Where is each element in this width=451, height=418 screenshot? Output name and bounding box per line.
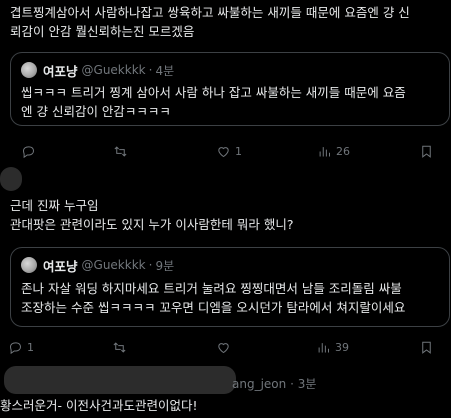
retweet-button[interactable] (113, 141, 132, 161)
quote-author-name: 여포냥 (43, 63, 78, 79)
views-chart-icon (318, 342, 329, 352)
tweet-3-text: 황스러운거- 이전사건과도관련이없다! (0, 398, 198, 413)
bookmark-icon (422, 145, 431, 158)
quote-line-2: 엔 걍 신뢰감이 안감ㅋㅋㅋㅋ (21, 104, 171, 119)
quote-text: 씹ㅋㅋㅋ 트리거 찡계 삼아서 사람 하나 잡고 싸불하는 새끼들 때문에 요즘… (21, 83, 446, 121)
tweet-3-header: ang_jeon · 3분 (232, 375, 316, 392)
quote-line-1: 씹ㅋㅋㅋ 트리거 찡계 삼아서 사람 하나 잡고 싸불하는 새끼들 때문에 요즘 (21, 85, 406, 100)
separator-dot: · (148, 63, 153, 77)
quote-author-handle: @Guekkkk (81, 63, 146, 77)
quote-line-2: 조장하는 수준 씹ㅋㅋㅋㅋ 꼬우면 디엠을 오시던가 탐라에서 쳐지랄이세요 (21, 300, 406, 315)
views-button[interactable]: 26 (317, 141, 350, 161)
quote-author-handle: @Guekkkk (81, 258, 146, 272)
view-count: 26 (336, 144, 350, 158)
quote-header: 여포냥 @Guekkkk · 4분 (21, 62, 175, 79)
bookmark-button[interactable] (419, 141, 434, 161)
quote-line-1: 존나 자살 워딩 하지마세요 트리거 눌려요 찡찡대면서 남들 조리돌림 싸불 (21, 281, 402, 296)
heart-icon (218, 342, 229, 353)
quote-header: 여포냥 @Guekkkk · 9분 (21, 257, 175, 274)
quote-timestamp: 9분 (155, 258, 175, 273)
bookmark-button[interactable] (419, 337, 434, 357)
like-button[interactable]: 1 (216, 141, 242, 161)
avatar (21, 257, 37, 273)
views-button[interactable]: 39 (316, 337, 349, 357)
tweet-2-line-1: 근데 진짜 누구임 (10, 198, 99, 213)
tweet-1-text: 겹트찡계삼아서 사람하나잡고 쌍육하고 싸불하는 새끼들 때문에 요즘엔 걍 신… (10, 3, 450, 41)
tweet-3-handle: ang_jeon (232, 377, 287, 391)
bookmark-icon (422, 341, 431, 354)
tweet-1-line-2: 뢰감이 안감 뭘신뢰하는진 모르겠음 (10, 24, 195, 39)
reply-count: 1 (27, 340, 34, 354)
views-chart-icon (319, 146, 330, 156)
view-count: 39 (335, 340, 349, 354)
tweet-2-action-bar: 1 39 (0, 337, 451, 357)
quote-tweet-card[interactable]: 여포냥 @Guekkkk · 4분 씹ㅋㅋㅋ 트리거 찡계 삼아서 사람 하나 … (10, 52, 450, 126)
quote-timestamp: 4분 (155, 63, 175, 78)
overlay-pill (4, 366, 236, 394)
quote-tweet-card[interactable]: 여포냥 @Guekkkk · 9분 존나 자살 워딩 하지마세요 트리거 눌려요… (10, 247, 450, 327)
reply-icon (22, 145, 35, 158)
separator-dot: · (148, 258, 153, 272)
reply-button[interactable]: 1 (8, 337, 34, 357)
tweet-2-line-2: 관대팟은 관련이라도 있지 누가 이사람한테 뭐라 했니? (10, 217, 294, 232)
quote-text: 존나 자살 워딩 하지마세요 트리거 눌려요 찡찡대면서 남들 조리돌림 싸불 … (21, 279, 446, 317)
reply-icon (9, 341, 22, 354)
retweet-icon (113, 341, 126, 353)
quote-author-name: 여포냥 (43, 258, 78, 274)
retweet-icon (114, 145, 127, 157)
like-count: 1 (235, 144, 242, 158)
avatar (21, 62, 37, 78)
tweet-2-text: 근데 진짜 누구임 관대팟은 관련이라도 있지 누가 이사람한테 뭐라 했니? (10, 196, 450, 234)
tweet-3-timestamp: 3분 (297, 377, 317, 391)
retweet-button[interactable] (112, 337, 131, 357)
reply-button[interactable] (21, 141, 40, 161)
like-button[interactable] (216, 337, 235, 357)
tweet-1-action-bar: 1 26 (0, 141, 451, 161)
separator-dot: · (286, 377, 298, 391)
overlay-pill (0, 167, 22, 191)
tweet-1-line-1: 겹트찡계삼아서 사람하나잡고 쌍육하고 싸불하는 새끼들 때문에 요즘엔 걍 신 (10, 5, 410, 20)
heart-icon (218, 146, 229, 157)
